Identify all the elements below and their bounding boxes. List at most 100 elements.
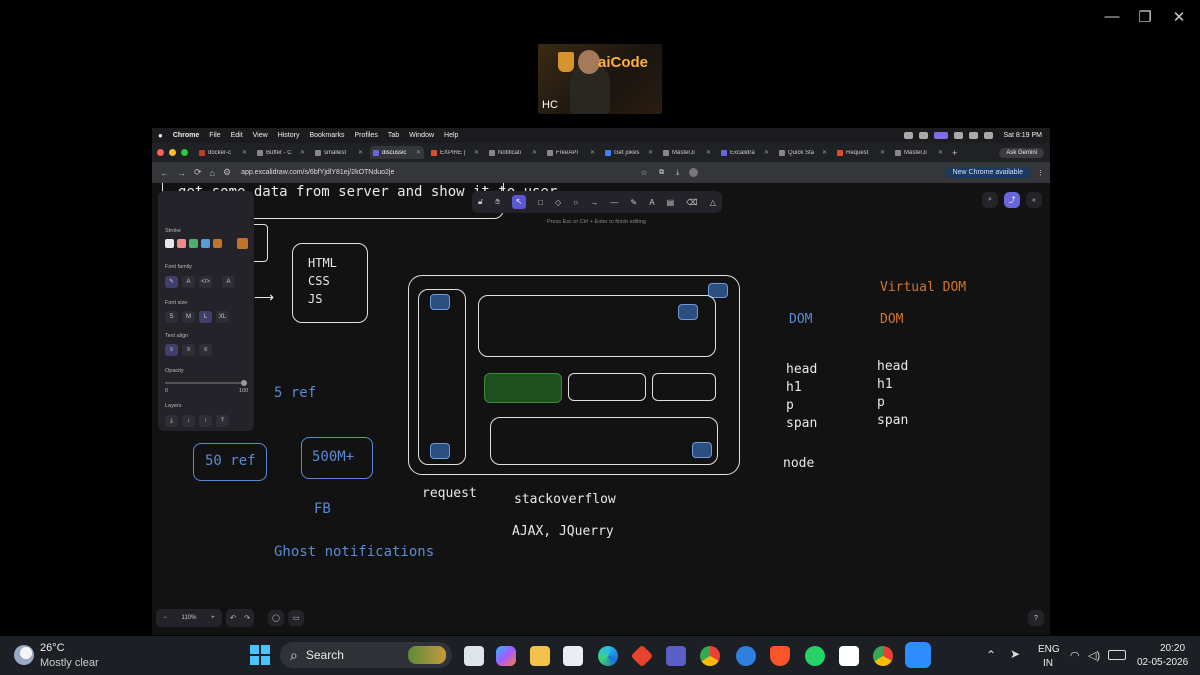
- rectangle-tool-icon[interactable]: □: [538, 198, 543, 207]
- volume-icon[interactable]: ◁): [1088, 649, 1100, 662]
- feedback-icon[interactable]: ▭: [288, 610, 304, 626]
- more-tools-icon[interactable]: △: [710, 198, 716, 207]
- bring-forward-icon[interactable]: ↑: [199, 415, 212, 427]
- footer-wireframe[interactable]: [490, 417, 718, 465]
- vdom-dom-heading[interactable]: DOM: [880, 312, 903, 327]
- align-right-icon[interactable]: ≡: [199, 344, 212, 356]
- tab-expire[interactable]: EXPIRE | ✕: [428, 146, 482, 159]
- status-icon-c[interactable]: [934, 132, 949, 139]
- apple-icon[interactable]: ●: [158, 131, 163, 140]
- hand-tool-icon[interactable]: ✋︎: [495, 197, 500, 207]
- card-middle[interactable]: [568, 373, 646, 401]
- chrome-profile-icon[interactable]: [873, 646, 893, 666]
- chrome-menu-icon[interactable]: ⋮: [1037, 169, 1044, 177]
- wifi-icon[interactable]: [969, 132, 979, 139]
- ajax-label[interactable]: AJAX, JQuerry: [512, 524, 614, 539]
- extensions-icon[interactable]: ⧉: [659, 169, 664, 177]
- tab-close-icon[interactable]: ✕: [648, 149, 653, 156]
- diamond-tool-icon[interactable]: ◇: [555, 198, 561, 207]
- taskbar-date[interactable]: 02-05-2026: [1137, 657, 1188, 668]
- font-more-icon[interactable]: A: [222, 276, 235, 288]
- vdom-list[interactable]: head h1 p span: [877, 358, 908, 430]
- windows-start-icon[interactable]: [250, 645, 270, 665]
- tab-excalidraw[interactable]: Excalidra ✕: [718, 146, 772, 159]
- chrome-icon[interactable]: [700, 646, 720, 666]
- microsoft-store-icon[interactable]: [563, 646, 583, 666]
- language-top[interactable]: ENG: [1038, 644, 1060, 655]
- menu-bookmarks[interactable]: Bookmarks: [309, 132, 344, 139]
- tab-close-icon[interactable]: ✕: [590, 149, 595, 156]
- menu-tab[interactable]: Tab: [388, 132, 399, 139]
- arrow-to-stack[interactable]: ⟶: [254, 289, 274, 306]
- download-icon[interactable]: ⤓: [676, 169, 679, 177]
- bookmark-star-icon[interactable]: ☆: [641, 169, 647, 177]
- weather-desc[interactable]: Mostly clear: [40, 657, 99, 669]
- tab-smallest[interactable]: smallest ✕: [312, 146, 366, 159]
- edge-icon[interactable]: [598, 646, 618, 666]
- font-normal-icon[interactable]: A: [182, 276, 195, 288]
- stroke-swatch-white[interactable]: [165, 239, 174, 248]
- share-button[interactable]: ⤴: [1004, 192, 1020, 208]
- tab-close-icon[interactable]: ✕: [764, 149, 769, 156]
- tab-masterji[interactable]: MasterJi ✕: [660, 146, 714, 159]
- bring-to-front-icon[interactable]: ⤒: [216, 415, 229, 427]
- tab-request[interactable]: Request ✕: [834, 146, 888, 159]
- wifi-icon[interactable]: ◠: [1070, 649, 1080, 662]
- opacity-slider[interactable]: [165, 380, 247, 386]
- font-code-icon[interactable]: </>: [199, 276, 212, 288]
- help-icon[interactable]: ?: [1028, 610, 1044, 626]
- status-icon-b[interactable]: [919, 132, 929, 139]
- zoom-level[interactable]: 110%: [182, 615, 197, 621]
- reload-icon[interactable]: ⟳: [194, 167, 202, 178]
- taskbar-time[interactable]: 20:20: [1160, 643, 1185, 654]
- undo-icon[interactable]: ↶: [230, 614, 236, 622]
- notion-icon[interactable]: [839, 646, 859, 666]
- battery-icon[interactable]: [984, 132, 994, 139]
- text-tool-icon[interactable]: A: [649, 198, 654, 207]
- tab-close-icon[interactable]: ✕: [532, 149, 537, 156]
- home-icon[interactable]: ⌂: [210, 168, 215, 178]
- dom-list[interactable]: head h1 p span: [786, 361, 817, 433]
- taskbar-search[interactable]: ⌕ Search: [280, 642, 452, 668]
- tab-close-icon[interactable]: ✕: [880, 149, 885, 156]
- new-tab-button[interactable]: +: [952, 148, 957, 158]
- footer-node[interactable]: [692, 442, 712, 458]
- menu-view[interactable]: View: [253, 132, 268, 139]
- tab-close-icon[interactable]: ✕: [938, 149, 943, 156]
- node-label[interactable]: node: [783, 456, 814, 471]
- zoom-in-icon[interactable]: +: [211, 615, 215, 621]
- menu-chrome[interactable]: Chrome: [173, 132, 199, 139]
- ask-gemini-button[interactable]: Ask Gemini: [999, 147, 1044, 158]
- tab-get-jokes[interactable]: Get jokes ✕: [602, 146, 656, 159]
- eraser-tool-icon[interactable]: ⌫: [686, 198, 697, 207]
- pencil-tool-icon[interactable]: ✎: [630, 198, 637, 207]
- sidebar-top-node[interactable]: [430, 294, 450, 310]
- url-field[interactable]: app.excalidraw.com/s/6bfYjdlY81ej/2kOTNd…: [241, 169, 394, 176]
- mac-zoom-dot[interactable]: [181, 149, 188, 156]
- stroke-swatch-red[interactable]: [177, 239, 186, 248]
- selection-tool-icon[interactable]: ↖: [511, 195, 526, 209]
- weather-temp[interactable]: 26°C: [40, 642, 65, 654]
- status-icon-d[interactable]: [954, 132, 964, 139]
- menu-profiles[interactable]: Profiles: [354, 132, 377, 139]
- tab-buffer[interactable]: Buffer - C ✕: [254, 146, 308, 159]
- excalidraw-canvas[interactable]: get some data from server and show it to…: [152, 183, 1050, 635]
- collapse-sidebar-icon[interactable]: «: [1026, 192, 1042, 208]
- status-icon-a[interactable]: [904, 132, 914, 139]
- task-view-icon[interactable]: [464, 646, 484, 666]
- redo-icon[interactable]: ↷: [244, 614, 250, 622]
- minimize-button[interactable]: —: [1098, 8, 1126, 25]
- tab-close-icon[interactable]: ✕: [300, 149, 305, 156]
- align-left-icon[interactable]: ≡: [165, 344, 178, 356]
- whatsapp-icon[interactable]: [805, 646, 825, 666]
- tab-masterji-2[interactable]: MasterJi ✕: [892, 146, 946, 159]
- users-label[interactable]: 500M+: [312, 449, 354, 465]
- library-button[interactable]: ⌕: [982, 192, 998, 208]
- menubar-clock[interactable]: Sat 8:19 PM: [1003, 132, 1042, 139]
- send-backward-icon[interactable]: ↓: [182, 415, 195, 427]
- tab-close-icon[interactable]: ✕: [416, 149, 421, 156]
- menu-help[interactable]: Help: [444, 132, 458, 139]
- ref-5-label[interactable]: 5 ref: [274, 385, 316, 401]
- line-tool-icon[interactable]: —: [610, 198, 618, 207]
- tab-quick-start[interactable]: Quick Sta ✕: [776, 146, 830, 159]
